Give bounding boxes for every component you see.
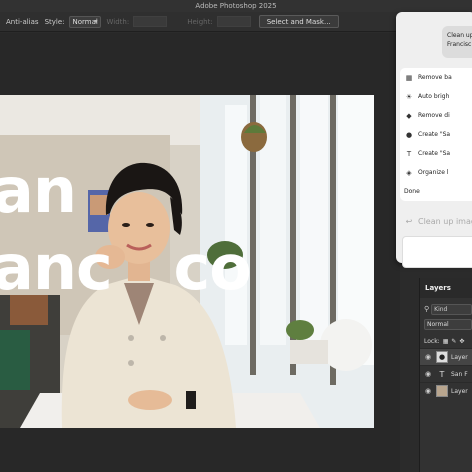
prompt-line-1: Clean up (447, 32, 472, 39)
action-remove-distractions[interactable]: ◆ Remove di (400, 106, 472, 125)
anti-alias-checkbox-label[interactable]: Anti-alias (6, 18, 39, 26)
layers-panel: Layers ⚲ Kind Normal Lock: ▦ ✎ ✥ ◉ ● Lay… (419, 278, 472, 472)
remove-background-icon: ▦ (405, 73, 413, 82)
layer-name: Layer (451, 387, 468, 395)
action-label: Remove di (418, 112, 450, 119)
action-remove-background[interactable]: ▦ Remove ba (400, 68, 472, 87)
action-label: Auto brigh (418, 93, 450, 100)
action-label: Create "Sa (418, 150, 451, 157)
lock-transparent-icon[interactable]: ▦ (443, 338, 449, 345)
eye-icon[interactable]: ◉ (420, 353, 436, 361)
canvas-text-line-1: an (0, 154, 77, 227)
lock-move-icon[interactable]: ✥ (459, 338, 464, 345)
eye-icon[interactable]: ◉ (420, 387, 436, 395)
height-label: Height: (187, 17, 213, 26)
action-list: ▦ Remove ba ☀ Auto brigh ◆ Remove di ● C… (400, 68, 472, 201)
eye-icon[interactable]: ◉ (420, 370, 436, 378)
lock-label: Lock: (424, 337, 440, 345)
action-auto-brightness[interactable]: ☀ Auto brigh (400, 87, 472, 106)
contextual-task-panel: Clean up Francisc ▦ Remove ba ☀ Auto bri… (396, 12, 472, 268)
action-label: Create "Sa (418, 131, 451, 138)
text-layer-icon: T (439, 369, 445, 379)
layer-row[interactable]: ◉ ● Layer (420, 348, 472, 365)
document-canvas[interactable]: an anc co (0, 95, 374, 428)
lock-brush-icon[interactable]: ✎ (451, 338, 456, 345)
prompt-input-placeholder: Clean up imag (418, 217, 472, 226)
layers-tab[interactable]: Layers (420, 278, 472, 298)
layer-thumbnail (436, 385, 448, 397)
prompt-textarea[interactable] (402, 236, 472, 268)
width-label: Width: (106, 17, 130, 26)
action-create-text-layer[interactable]: T Create "Sa (400, 144, 472, 163)
search-icon: ⚲ (424, 305, 430, 313)
undo-arrow-icon: ↩ (405, 217, 413, 226)
layer-row[interactable]: ◉ Layer (420, 382, 472, 399)
done-button[interactable]: Done (400, 182, 472, 201)
lock-row: Lock: ▦ ✎ ✥ (420, 334, 472, 348)
layer-thumbnail: ● (436, 351, 448, 363)
window-title: Adobe Photoshop 2025 (195, 2, 277, 10)
prompt-bubble: Clean up Francisc (442, 26, 472, 58)
width-field[interactable] (133, 16, 168, 27)
filter-kind-value: Kind (434, 305, 448, 313)
blend-mode-select[interactable]: Normal (424, 319, 472, 330)
action-label: Remove ba (418, 74, 452, 81)
prompt-line-2: Francisc (447, 41, 472, 48)
layers-icon: ◈ (406, 168, 412, 177)
person-icon: ● (405, 130, 413, 139)
filter-row: ⚲ Kind (420, 302, 472, 316)
filter-kind-select[interactable]: Kind (431, 303, 472, 315)
text-icon: T (406, 149, 412, 158)
style-label: Style: (44, 17, 65, 26)
blend-mode-value: Normal (427, 321, 449, 328)
chevron-down-icon: ▾ (94, 17, 98, 25)
photoshop-window: Adobe Photoshop 2025 Anti-alias Style: N… (0, 0, 472, 472)
style-select[interactable]: Normal ▾ (68, 15, 101, 28)
layer-name: San F (451, 370, 468, 378)
action-create-person-layer[interactable]: ● Create "Sa (400, 125, 472, 144)
layer-name: Layer (451, 353, 468, 361)
action-organize-layers[interactable]: ◈ Organize l (400, 163, 472, 182)
title-bar: Adobe Photoshop 2025 (0, 0, 472, 12)
done-label: Done (404, 188, 420, 195)
action-label: Organize l (418, 169, 449, 176)
prompt-input[interactable]: ↩ Clean up imag (400, 212, 472, 231)
canvas-text-line-2: anc co (0, 231, 252, 304)
auto-brightness-icon: ☀ (405, 92, 413, 101)
layer-row[interactable]: ◉ T San F (420, 365, 472, 382)
height-field[interactable] (216, 16, 251, 27)
select-and-mask-button[interactable]: Select and Mask... (258, 15, 339, 28)
remove-distractions-icon: ◆ (406, 111, 412, 120)
